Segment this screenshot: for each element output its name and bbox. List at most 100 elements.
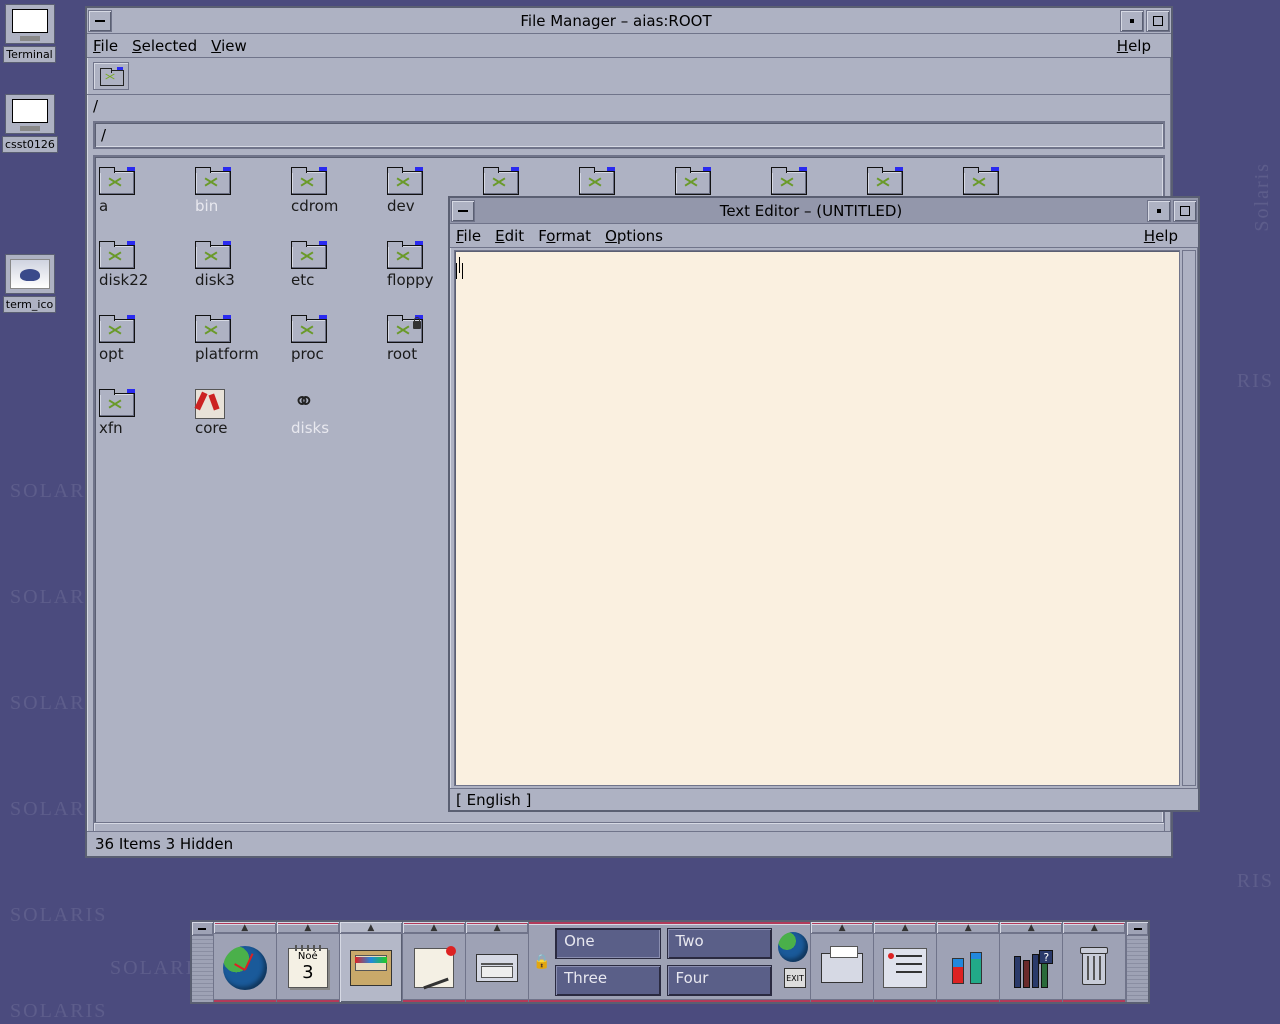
vertical-scrollbar[interactable] — [1182, 250, 1196, 786]
subpanel-arrow-icon[interactable]: ▲ — [937, 922, 999, 934]
file-manager-toolbar — [87, 58, 1171, 95]
panel-mail[interactable]: ▲ — [466, 922, 529, 1002]
file-item[interactable]: cdrom — [291, 167, 387, 215]
subpanel-arrow-icon[interactable]: ▲ — [874, 922, 936, 934]
panel-printer[interactable]: ▲ — [811, 922, 874, 1002]
panel-handle-right[interactable] — [1126, 922, 1148, 1002]
performance-icon — [948, 948, 988, 988]
file-item[interactable]: a — [99, 167, 195, 215]
menu-view[interactable]: View — [211, 37, 247, 55]
text-editor-textarea[interactable] — [454, 250, 1180, 786]
file-item[interactable]: disks — [291, 389, 387, 437]
window-minimize-button[interactable] — [1120, 10, 1144, 32]
workspace-button-one[interactable]: One — [555, 928, 660, 959]
subpanel-arrow-icon[interactable]: ▲ — [340, 922, 402, 934]
panel-handle-left[interactable] — [192, 922, 214, 1002]
folder-icon — [867, 167, 903, 193]
panel-trash[interactable]: ▲ — [1063, 922, 1126, 1002]
path-input[interactable]: / — [93, 121, 1165, 149]
window-minimize-button[interactable] — [1147, 200, 1171, 222]
panel-clock[interactable]: ▲ — [214, 922, 277, 1002]
panel-help[interactable]: ▲ ? — [1000, 922, 1063, 1002]
folder-icon — [387, 241, 423, 267]
file-item-label: disks — [291, 419, 387, 437]
window-maximize-button[interactable] — [1146, 10, 1170, 32]
workspace-button-four[interactable]: Four — [667, 965, 772, 996]
window-maximize-button[interactable] — [1173, 200, 1197, 222]
folder-icon — [99, 389, 135, 415]
mail-icon — [476, 954, 518, 982]
panel-performance[interactable]: ▲ — [937, 922, 1000, 1002]
panel-menu-button[interactable] — [1127, 922, 1148, 936]
subpanel-arrow-icon[interactable]: ▲ — [1063, 922, 1125, 934]
desktop-icon-label: term_ico — [3, 296, 56, 313]
desktop-icon-csst[interactable]: csst0126 — [2, 94, 57, 156]
file-item-label: platform — [195, 345, 291, 363]
menu-file[interactable]: File — [456, 227, 481, 245]
desktop-icon-terminal[interactable]: Terminal — [2, 4, 57, 66]
menu-options[interactable]: Options — [605, 227, 663, 245]
text-editor-titlebar[interactable]: Text Editor – (UNTITLED) — [450, 198, 1198, 224]
subpanel-arrow-icon[interactable]: ▲ — [277, 922, 339, 934]
menu-edit[interactable]: Edit — [495, 227, 524, 245]
folder-icon — [195, 241, 231, 267]
workspace-button-two[interactable]: Two — [667, 928, 772, 959]
file-manager-titlebar[interactable]: File Manager – aias:ROOT — [87, 8, 1171, 34]
folder-icon — [291, 241, 327, 267]
calendar-icon: Noé3 — [288, 948, 328, 988]
folder-icon — [387, 315, 423, 341]
file-item[interactable]: core — [195, 389, 291, 437]
panel-style-manager[interactable]: ▲ — [874, 922, 937, 1002]
file-item[interactable]: bin — [195, 167, 291, 215]
folder-icon — [963, 167, 999, 193]
folder-icon — [99, 241, 135, 267]
wallpaper-watermark: RIS — [1237, 370, 1274, 393]
file-item-label: core — [195, 419, 291, 437]
panel-text-editor[interactable]: ▲ — [403, 922, 466, 1002]
menu-file[interactable]: File — [93, 37, 118, 55]
window-menu-button[interactable] — [451, 200, 475, 222]
help-books-icon: ? — [1011, 948, 1051, 988]
panel-menu-button[interactable] — [192, 922, 213, 936]
desktop-icon-termico[interactable]: term_ico — [2, 254, 57, 316]
exit-button[interactable]: EXIT — [784, 968, 806, 988]
menu-format[interactable]: Format — [538, 227, 591, 245]
file-drawer-icon — [350, 950, 392, 986]
file-item[interactable]: xfn — [99, 389, 195, 437]
core-file-icon — [195, 389, 231, 415]
notepad-icon — [414, 948, 454, 988]
menu-help[interactable]: Help — [1144, 227, 1178, 245]
wallpaper-watermark: SOLARIS — [10, 1000, 107, 1023]
folder-icon — [579, 167, 615, 193]
folder-icon — [771, 167, 807, 193]
file-item[interactable]: opt — [99, 315, 195, 363]
folder-icon — [675, 167, 711, 193]
file-item[interactable]: etc — [291, 241, 387, 289]
wallpaper-watermark: SOLARIS — [10, 904, 107, 927]
file-item-label: etc — [291, 271, 387, 289]
text-editor-status: [ English ] — [450, 788, 1198, 810]
subpanel-arrow-icon[interactable]: ▲ — [1000, 922, 1062, 934]
subpanel-arrow-icon[interactable]: ▲ — [811, 922, 873, 934]
folder-icon — [483, 167, 519, 193]
subpanel-arrow-icon[interactable]: ▲ — [403, 922, 465, 934]
subpanel-arrow-icon[interactable]: ▲ — [214, 922, 276, 934]
file-item[interactable]: disk22 — [99, 241, 195, 289]
window-menu-button[interactable] — [88, 10, 112, 32]
workspace-button-three[interactable]: Three — [555, 965, 660, 996]
panel-calendar[interactable]: ▲ Noé3 — [277, 922, 340, 1002]
file-item[interactable]: proc — [291, 315, 387, 363]
file-item-label: disk3 — [195, 271, 291, 289]
folder-icon — [100, 68, 122, 84]
menu-help[interactable]: Help — [1117, 37, 1151, 55]
up-folder-button[interactable] — [93, 62, 129, 90]
file-item-label: cdrom — [291, 197, 387, 215]
file-item-label: disk22 — [99, 271, 195, 289]
subpanel-arrow-icon[interactable]: ▲ — [466, 922, 528, 934]
panel-file-manager[interactable]: ▲ — [340, 922, 403, 1002]
file-item[interactable]: platform — [195, 315, 291, 363]
file-item[interactable]: disk3 — [195, 241, 291, 289]
menu-selected[interactable]: Selected — [132, 37, 197, 55]
lock-icon[interactable]: 🔒 — [533, 954, 549, 970]
file-manager-title: File Manager – aias:ROOT — [113, 12, 1119, 30]
